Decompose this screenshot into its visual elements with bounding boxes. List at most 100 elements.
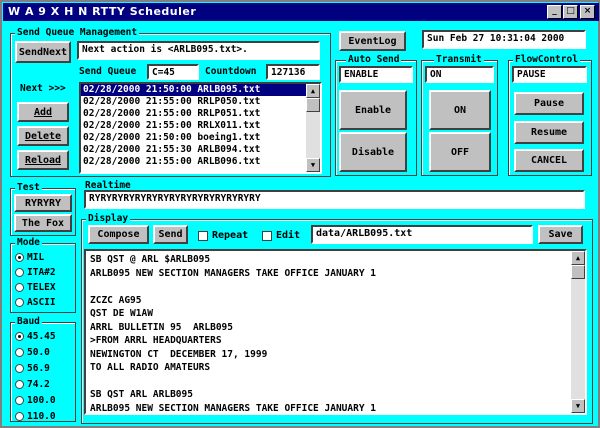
radio-icon — [15, 412, 24, 421]
scroll-up-icon[interactable]: ▲ — [306, 84, 320, 98]
radio-icon — [15, 364, 24, 373]
reload-label: Reload — [24, 154, 62, 166]
mode-option-label: ITA#2 — [27, 267, 56, 278]
scroll-down-icon[interactable]: ▼ — [306, 158, 320, 172]
countdown-label: Countdown — [205, 66, 257, 77]
cancel-button[interactable]: CANCEL — [514, 149, 584, 172]
reload-button[interactable]: Reload — [17, 150, 69, 170]
add-label: Add — [33, 106, 53, 118]
auto-send-status: ENABLE — [339, 66, 413, 83]
message-line: NEWINGTON CT DECEMBER 17, 1999 — [90, 348, 268, 360]
queue-item[interactable]: 02/28/2000 21:55:00 RRLX011.txt — [81, 120, 320, 132]
app-window: W A 9 X H N RTTY Scheduler _ □ × Send Qu… — [0, 0, 600, 428]
scroll-up-icon[interactable]: ▲ — [571, 251, 585, 265]
message-line: ARRL BULLETIN 95 ARLB095 — [90, 321, 233, 333]
transmit-off-button[interactable]: OFF — [429, 132, 491, 172]
queue-item[interactable]: 02/28/2000 21:55:00 RRLP050.txt — [81, 96, 320, 108]
message-text-area[interactable]: SB QST @ ARL $ARLB095 ARLB095 NEW SECTIO… — [84, 249, 587, 415]
scroll-thumb[interactable] — [306, 98, 320, 112]
checkbox-icon — [198, 230, 208, 241]
message-line: ARLB095 NEW SECTION MANAGERS TAKE OFFICE… — [90, 267, 376, 279]
flow-control-status: PAUSE — [512, 66, 587, 83]
radio-icon — [15, 283, 24, 292]
compose-button[interactable]: Compose — [88, 225, 149, 244]
eventlog-button[interactable]: EventLog — [339, 31, 406, 51]
mode-option-ita2[interactable]: ITA#2 — [15, 267, 56, 278]
mode-option-label: TELEX — [27, 282, 56, 293]
message-line — [86, 375, 585, 389]
scroll-thumb[interactable] — [571, 265, 585, 279]
next-label: Next >>> — [20, 83, 66, 94]
auto-send-label: Auto Send — [346, 54, 402, 65]
baud-option-label: 110.0 — [27, 411, 56, 422]
disable-button[interactable]: Disable — [339, 132, 407, 172]
test-label: Test — [15, 182, 42, 193]
pause-button[interactable]: Pause — [514, 92, 584, 115]
message-line: >FROM ARRL HEADQUARTERS — [90, 335, 222, 346]
countdown-field: 127136 — [266, 64, 320, 80]
next-action-field: Next action is <ARLB095.txt>. — [77, 41, 320, 60]
send-queue-field[interactable]: C=45 — [147, 64, 199, 80]
edit-checkbox[interactable]: Edit — [262, 230, 300, 241]
baud-option-label: 74.2 — [27, 379, 50, 390]
queue-item[interactable]: 02/28/2000 21:55:00 ARLB096.txt — [81, 156, 320, 168]
baud-option-110[interactable]: 110.0 — [15, 411, 56, 422]
queue-item[interactable]: 02/28/2000 21:50:00 boeing1.txt — [81, 132, 320, 144]
resume-button[interactable]: Resume — [514, 121, 584, 144]
save-button[interactable]: Save — [538, 225, 583, 244]
message-line: TO ALL RADIO AMATEURS — [90, 362, 211, 373]
file-path-field[interactable]: data/ARLB095.txt — [311, 225, 533, 244]
radio-icon — [15, 348, 24, 357]
mode-option-ascii[interactable]: ASCII — [15, 297, 56, 308]
realtime-field: RYRYRYRYRYRYRYRYRYRYRYRYRYRYRY — [84, 190, 585, 209]
queue-item[interactable]: 02/28/2000 21:50:00 ARLB095.txt — [81, 84, 320, 96]
mode-label: Mode — [15, 237, 42, 248]
clock-display: Sun Feb 27 10:31:04 2000 — [422, 30, 586, 49]
send-button[interactable]: Send — [153, 225, 188, 244]
baud-option-50[interactable]: 50.0 — [15, 347, 50, 358]
radio-selected-icon — [15, 332, 24, 341]
message-line: QST DE W1AW — [90, 308, 153, 319]
delete-button[interactable]: Delete — [17, 126, 69, 146]
baud-option-label: 100.0 — [27, 395, 56, 406]
mode-option-mil[interactable]: MIL — [15, 252, 44, 263]
ryryry-button[interactable]: RYRYRY — [14, 194, 72, 212]
repeat-label: Repeat — [212, 230, 249, 241]
scroll-down-icon[interactable]: ▼ — [571, 399, 585, 413]
baud-option-100[interactable]: 100.0 — [15, 395, 56, 406]
send-queue-label: Send Queue — [79, 66, 137, 77]
radio-icon — [15, 268, 24, 277]
maximize-button[interactable]: □ — [563, 5, 578, 19]
radio-icon — [15, 298, 24, 307]
message-line: ZCZC AG95 — [90, 294, 142, 306]
the-fox-button[interactable]: The Fox — [14, 214, 72, 232]
radio-icon — [15, 380, 24, 389]
baud-option-56[interactable]: 56.9 — [15, 363, 50, 374]
repeat-checkbox[interactable]: Repeat — [198, 230, 248, 241]
queue-scrollbar[interactable]: ▲ ▼ — [306, 84, 320, 172]
enable-button[interactable]: Enable — [339, 90, 407, 130]
baud-option-45[interactable]: 45.45 — [15, 331, 56, 342]
flow-control-label: FlowControl — [513, 54, 580, 65]
title-bar: W A 9 X H N RTTY Scheduler _ □ × — [3, 3, 599, 21]
baud-option-74[interactable]: 74.2 — [15, 379, 50, 390]
edit-label: Edit — [276, 230, 301, 241]
queue-item[interactable]: 02/28/2000 21:55:00 RRLP051.txt — [81, 108, 320, 120]
window-title: W A 9 X H N RTTY Scheduler — [8, 5, 197, 18]
add-button[interactable]: Add — [17, 102, 69, 122]
delete-label: Delete — [24, 130, 62, 142]
transmit-label: Transmit — [434, 54, 484, 65]
message-line: ARLB095 NEW SECTION MANAGERS TAKE OFFICE… — [90, 402, 376, 414]
transmit-status: ON — [425, 66, 494, 83]
radio-icon — [15, 396, 24, 405]
send-next-button[interactable]: SendNext — [15, 41, 71, 63]
minimize-button[interactable]: _ — [547, 5, 562, 19]
send-queue-list[interactable]: 02/28/2000 21:50:00 ARLB095.txt 02/28/20… — [79, 82, 322, 174]
mode-option-telex[interactable]: TELEX — [15, 282, 56, 293]
transmit-on-button[interactable]: ON — [429, 90, 491, 130]
message-line — [86, 280, 585, 294]
checkbox-icon — [262, 230, 272, 241]
close-button[interactable]: × — [580, 5, 595, 19]
message-scrollbar[interactable]: ▲ ▼ — [571, 251, 585, 413]
queue-item[interactable]: 02/28/2000 21:55:30 ARLB094.txt — [81, 144, 320, 156]
